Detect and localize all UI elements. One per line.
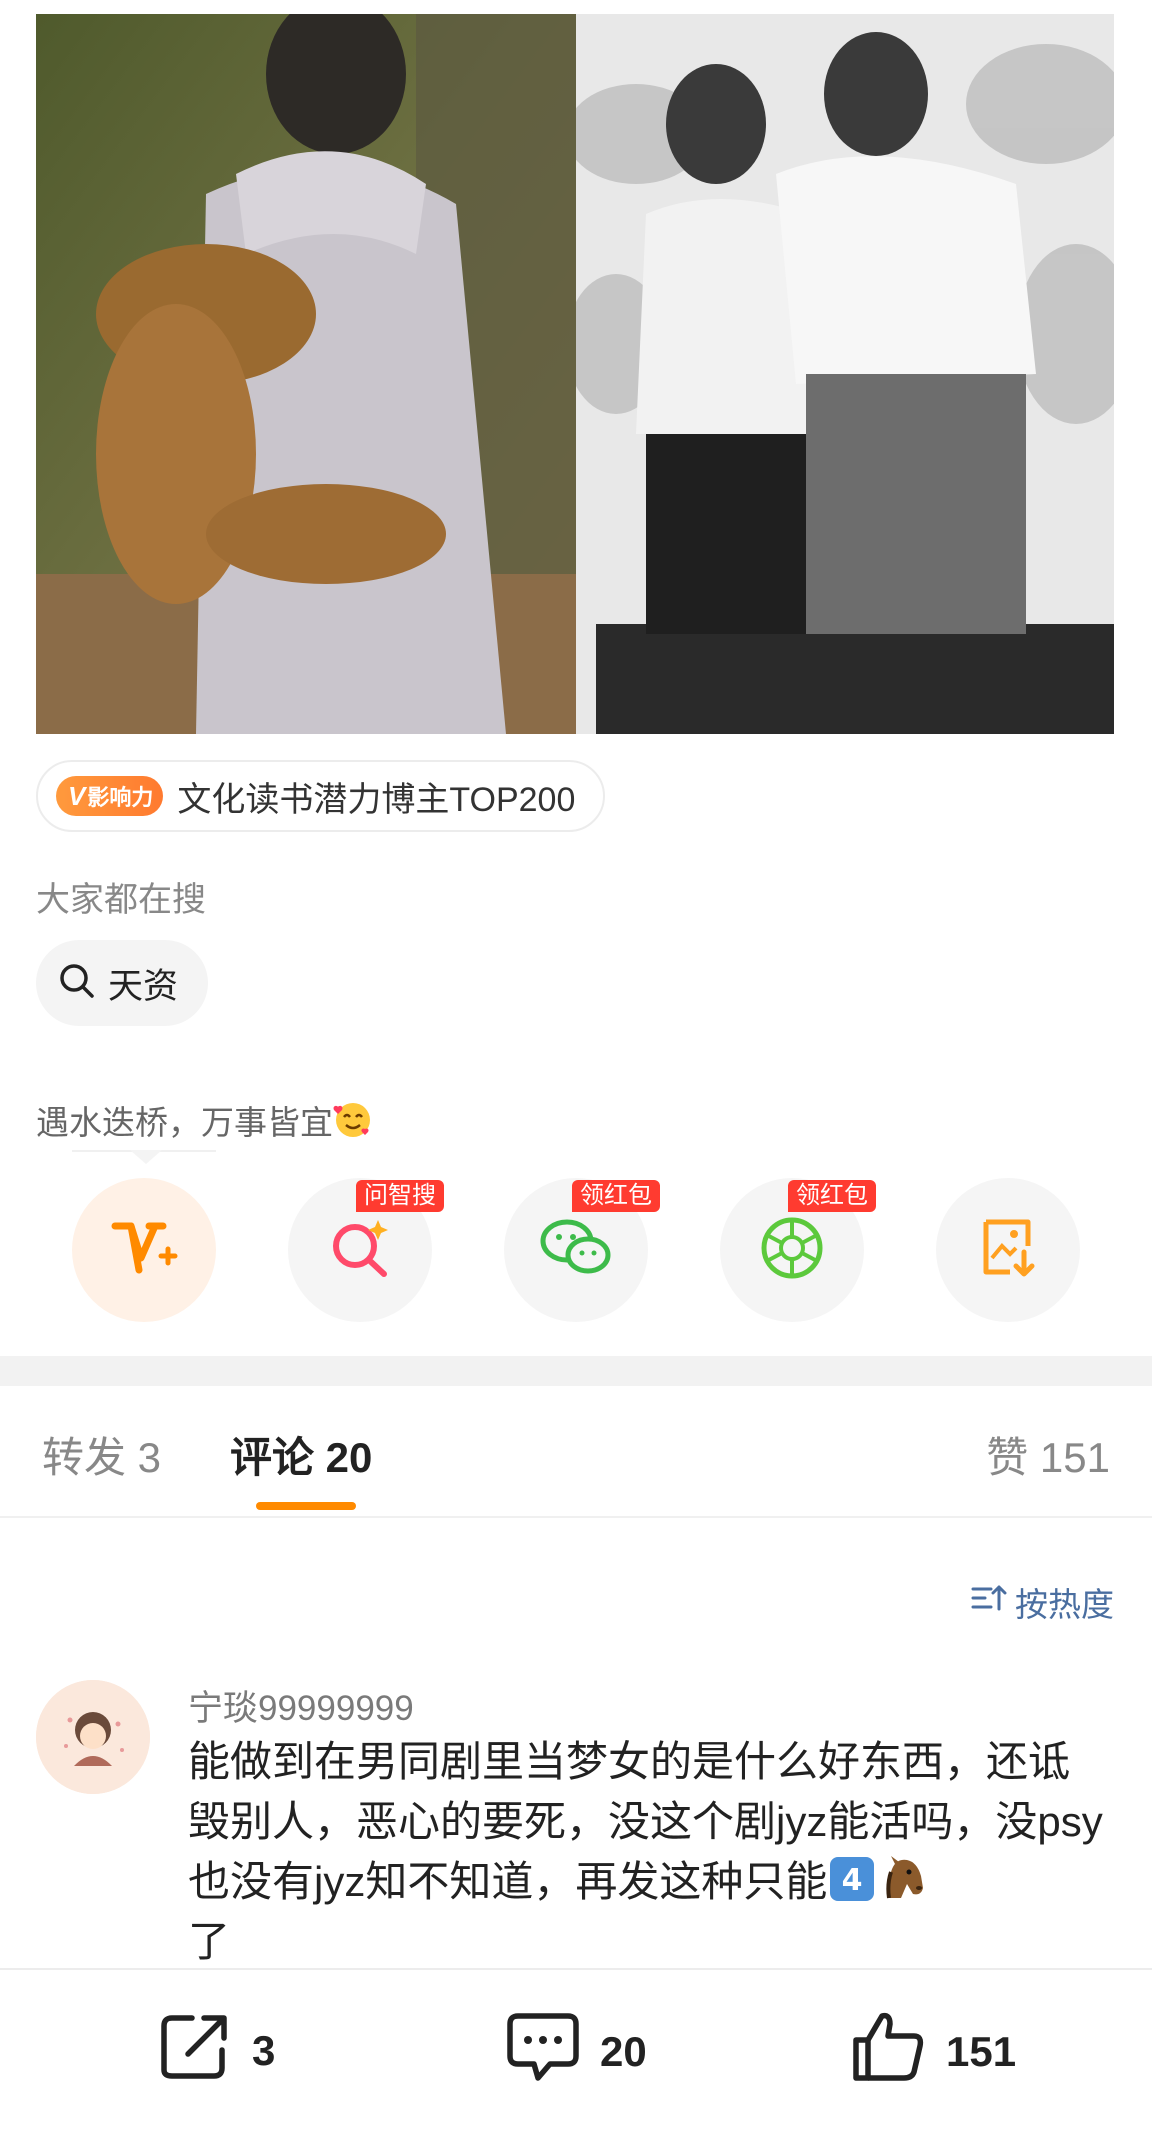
- tab-likes[interactable]: 赞 151: [986, 1424, 1110, 1485]
- commenter-username[interactable]: 宁琰99999999: [188, 1680, 414, 1731]
- comment-count: 20: [600, 2028, 647, 2075]
- sort-label: 按热度: [1015, 1586, 1114, 1623]
- keycap-4-icon: 4: [827, 1854, 877, 1904]
- save-image-icon: [978, 1216, 1038, 1285]
- section-divider: [0, 1356, 1152, 1386]
- trending-search-chip[interactable]: 天资: [36, 940, 209, 1026]
- svg-text:4: 4: [842, 1863, 863, 1898]
- wechat-icon: [540, 1217, 612, 1284]
- influence-badge: V 影响力: [56, 776, 164, 816]
- search-icon: [58, 962, 96, 1005]
- share-icon: [158, 2010, 234, 2092]
- smiling-face-with-hearts-icon: [333, 1103, 373, 1141]
- active-tab-indicator: [256, 1502, 356, 1510]
- sort-icon: [971, 1583, 1007, 1621]
- tabs-divider: [0, 1516, 1152, 1518]
- repost-button[interactable]: 3: [158, 2010, 275, 2092]
- tab-reposts[interactable]: 转发 3: [42, 1424, 161, 1485]
- like-button[interactable]: 151: [850, 2010, 1016, 2094]
- like-count: 151: [946, 2028, 1017, 2075]
- v-plus-icon: [109, 1218, 179, 1283]
- moments-icon: [759, 1215, 825, 1286]
- tab-comments[interactable]: 评论 20: [230, 1424, 372, 1485]
- repost-count: 3: [252, 2027, 276, 2074]
- trending-search-heading: 大家都在搜: [36, 881, 206, 919]
- horse-face-icon: [877, 1854, 927, 1904]
- comment-icon: [504, 2010, 582, 2094]
- comment-text: 能做到在男同剧里当梦女的是什么好东西，还诋毁别人，恶心的要死，没这个剧jyz能活…: [188, 1732, 1108, 1972]
- motto-text: 遇水迭桥，万事皆宜: [36, 1104, 333, 1141]
- ai-search-badge: 问智搜: [356, 1180, 444, 1212]
- comment-text-main: 能做到在男同剧里当梦女的是什么好东西，还诋毁别人，恶心的要死，没这个剧jyz能活…: [188, 1738, 1103, 1905]
- moments-red-packet-badge: 领红包: [788, 1180, 876, 1212]
- influence-text: 文化读书潜力博主TOP200: [177, 780, 576, 819]
- comment-button[interactable]: 20: [504, 2010, 647, 2094]
- motto-pointer: [130, 1150, 162, 1164]
- search-chip-label: 天资: [108, 966, 179, 1006]
- v-plus-button[interactable]: [72, 1178, 216, 1322]
- commenter-avatar[interactable]: [36, 1680, 150, 1794]
- user-motto: 遇水迭桥，万事皆宜: [36, 1096, 373, 1144]
- post-image-two-men[interactable]: [576, 14, 1114, 734]
- influence-badge-label: 影响力: [87, 785, 154, 810]
- bottom-bar-divider: [0, 1968, 1152, 1970]
- thumbs-up-icon: [850, 2010, 928, 2094]
- ai-search-icon: [328, 1216, 392, 1285]
- comment-text-end: 了: [188, 1918, 231, 1965]
- sort-by-hot-button[interactable]: 按热度: [971, 1578, 1114, 1626]
- influence-badge-v: V: [68, 780, 86, 811]
- post-image-monkey[interactable]: [36, 14, 576, 734]
- influence-tag[interactable]: V 影响力 文化读书潜力博主TOP200: [36, 760, 606, 832]
- wechat-red-packet-badge: 领红包: [572, 1180, 660, 1212]
- save-image-button[interactable]: [936, 1178, 1080, 1322]
